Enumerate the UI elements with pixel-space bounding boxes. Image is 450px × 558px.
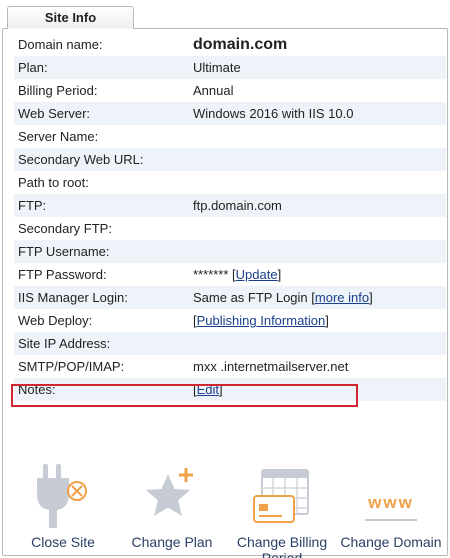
row-label: FTP:: [18, 198, 47, 213]
update-password-link[interactable]: Update: [236, 267, 278, 282]
row-ftp-username: FTP Username:: [14, 240, 446, 263]
row-label: Web Deploy:: [18, 313, 93, 328]
svg-text:www: www: [367, 493, 414, 512]
row-billing-period: Billing Period: Annual: [14, 79, 446, 102]
bracket-close: ]: [369, 290, 373, 305]
tab-joint: [8, 27, 133, 29]
change-billing-period-button[interactable]: Change Billing Period: [227, 434, 337, 558]
row-server-name: Server Name:: [14, 125, 446, 148]
row-web-deploy: Web Deploy: [Publishing Information]: [14, 309, 446, 332]
change-billing-period-label: Change Billing Period: [236, 534, 328, 558]
row-notes: Notes: [Edit]: [14, 378, 446, 401]
site-info-list: Domain name: domain.com Plan: Ultimate B…: [14, 33, 446, 401]
calendar-card-icon: [227, 434, 337, 528]
more-info-link[interactable]: more info: [315, 290, 369, 305]
row-label: Secondary Web URL:: [18, 152, 144, 167]
row-web-server: Web Server: Windows 2016 with IIS 10.0: [14, 102, 446, 125]
billing-period-value: Annual: [193, 83, 234, 98]
row-label: Billing Period:: [18, 83, 98, 98]
ftp-value: ftp.domain.com: [193, 198, 282, 213]
row-label: FTP Username:: [18, 244, 110, 259]
row-ftp-password: FTP Password: ******* [Update]: [14, 263, 446, 286]
row-secondary-web-url: Secondary Web URL:: [14, 148, 446, 171]
change-domain-button[interactable]: www Change Domain: [336, 434, 446, 550]
row-secondary-ftp: Secondary FTP:: [14, 217, 446, 240]
publishing-information-link[interactable]: Publishing Information: [197, 313, 326, 328]
change-plan-label: Change Plan: [131, 534, 213, 550]
notes-value: [Edit]: [193, 378, 223, 401]
row-label: Web Server:: [18, 106, 91, 121]
row-site-ip-address: Site IP Address:: [14, 332, 446, 355]
change-plan-button[interactable]: Change Plan: [117, 434, 227, 550]
row-domain-name: Domain name: domain.com: [14, 33, 446, 56]
iis-login-text: Same as FTP Login: [193, 290, 308, 305]
bracket-close: ]: [325, 313, 329, 328]
row-label: Plan:: [18, 60, 48, 75]
change-domain-label: Change Domain: [340, 534, 442, 550]
row-label: Site IP Address:: [18, 336, 111, 351]
row-label: SMTP/POP/IMAP:: [18, 359, 125, 374]
ftp-password-value: ******* [Update]: [193, 263, 281, 286]
plan-value: Ultimate: [193, 60, 241, 75]
iis-manager-login-value: Same as FTP Login [more info]: [193, 286, 373, 309]
row-ftp: FTP: ftp.domain.com: [14, 194, 446, 217]
bracket-close: ]: [277, 267, 282, 282]
row-label: Secondary FTP:: [18, 221, 112, 236]
tab-site-info[interactable]: Site Info: [7, 6, 134, 29]
row-label: IIS Manager Login:: [18, 290, 128, 305]
smtp-pop-imap-value: mxx .internetmailserver.net: [193, 359, 349, 374]
edit-notes-link[interactable]: Edit: [197, 382, 219, 397]
www-icon: www: [336, 434, 446, 528]
row-label: Notes:: [18, 382, 56, 397]
row-smtp-pop-imap: SMTP/POP/IMAP: mxx .internetmailserver.n…: [14, 355, 446, 378]
web-deploy-value: [Publishing Information]: [193, 309, 329, 332]
row-plan: Plan: Ultimate: [14, 56, 446, 79]
row-path-to-root: Path to root:: [14, 171, 446, 194]
change-plan-icon: [117, 434, 227, 528]
web-server-value: Windows 2016 with IIS 10.0: [193, 106, 354, 121]
close-site-button[interactable]: Close Site: [8, 434, 118, 550]
site-actions: Close Site Change Plan Change Billing Pe…: [3, 434, 449, 558]
domain-name-value: domain.com: [193, 36, 288, 53]
close-site-icon: [8, 434, 118, 528]
password-mask: *******: [193, 267, 229, 282]
row-label: Domain name:: [18, 37, 103, 52]
row-label: Path to root:: [18, 175, 89, 190]
row-label: FTP Password:: [18, 267, 107, 282]
row-label: Server Name:: [18, 129, 99, 144]
site-info-panel: Domain name: domain.com Plan: Ultimate B…: [2, 28, 449, 558]
row-iis-manager-login: IIS Manager Login: Same as FTP Login [mo…: [14, 286, 446, 309]
bracket-close: ]: [219, 382, 223, 397]
close-site-label: Close Site: [31, 534, 95, 550]
